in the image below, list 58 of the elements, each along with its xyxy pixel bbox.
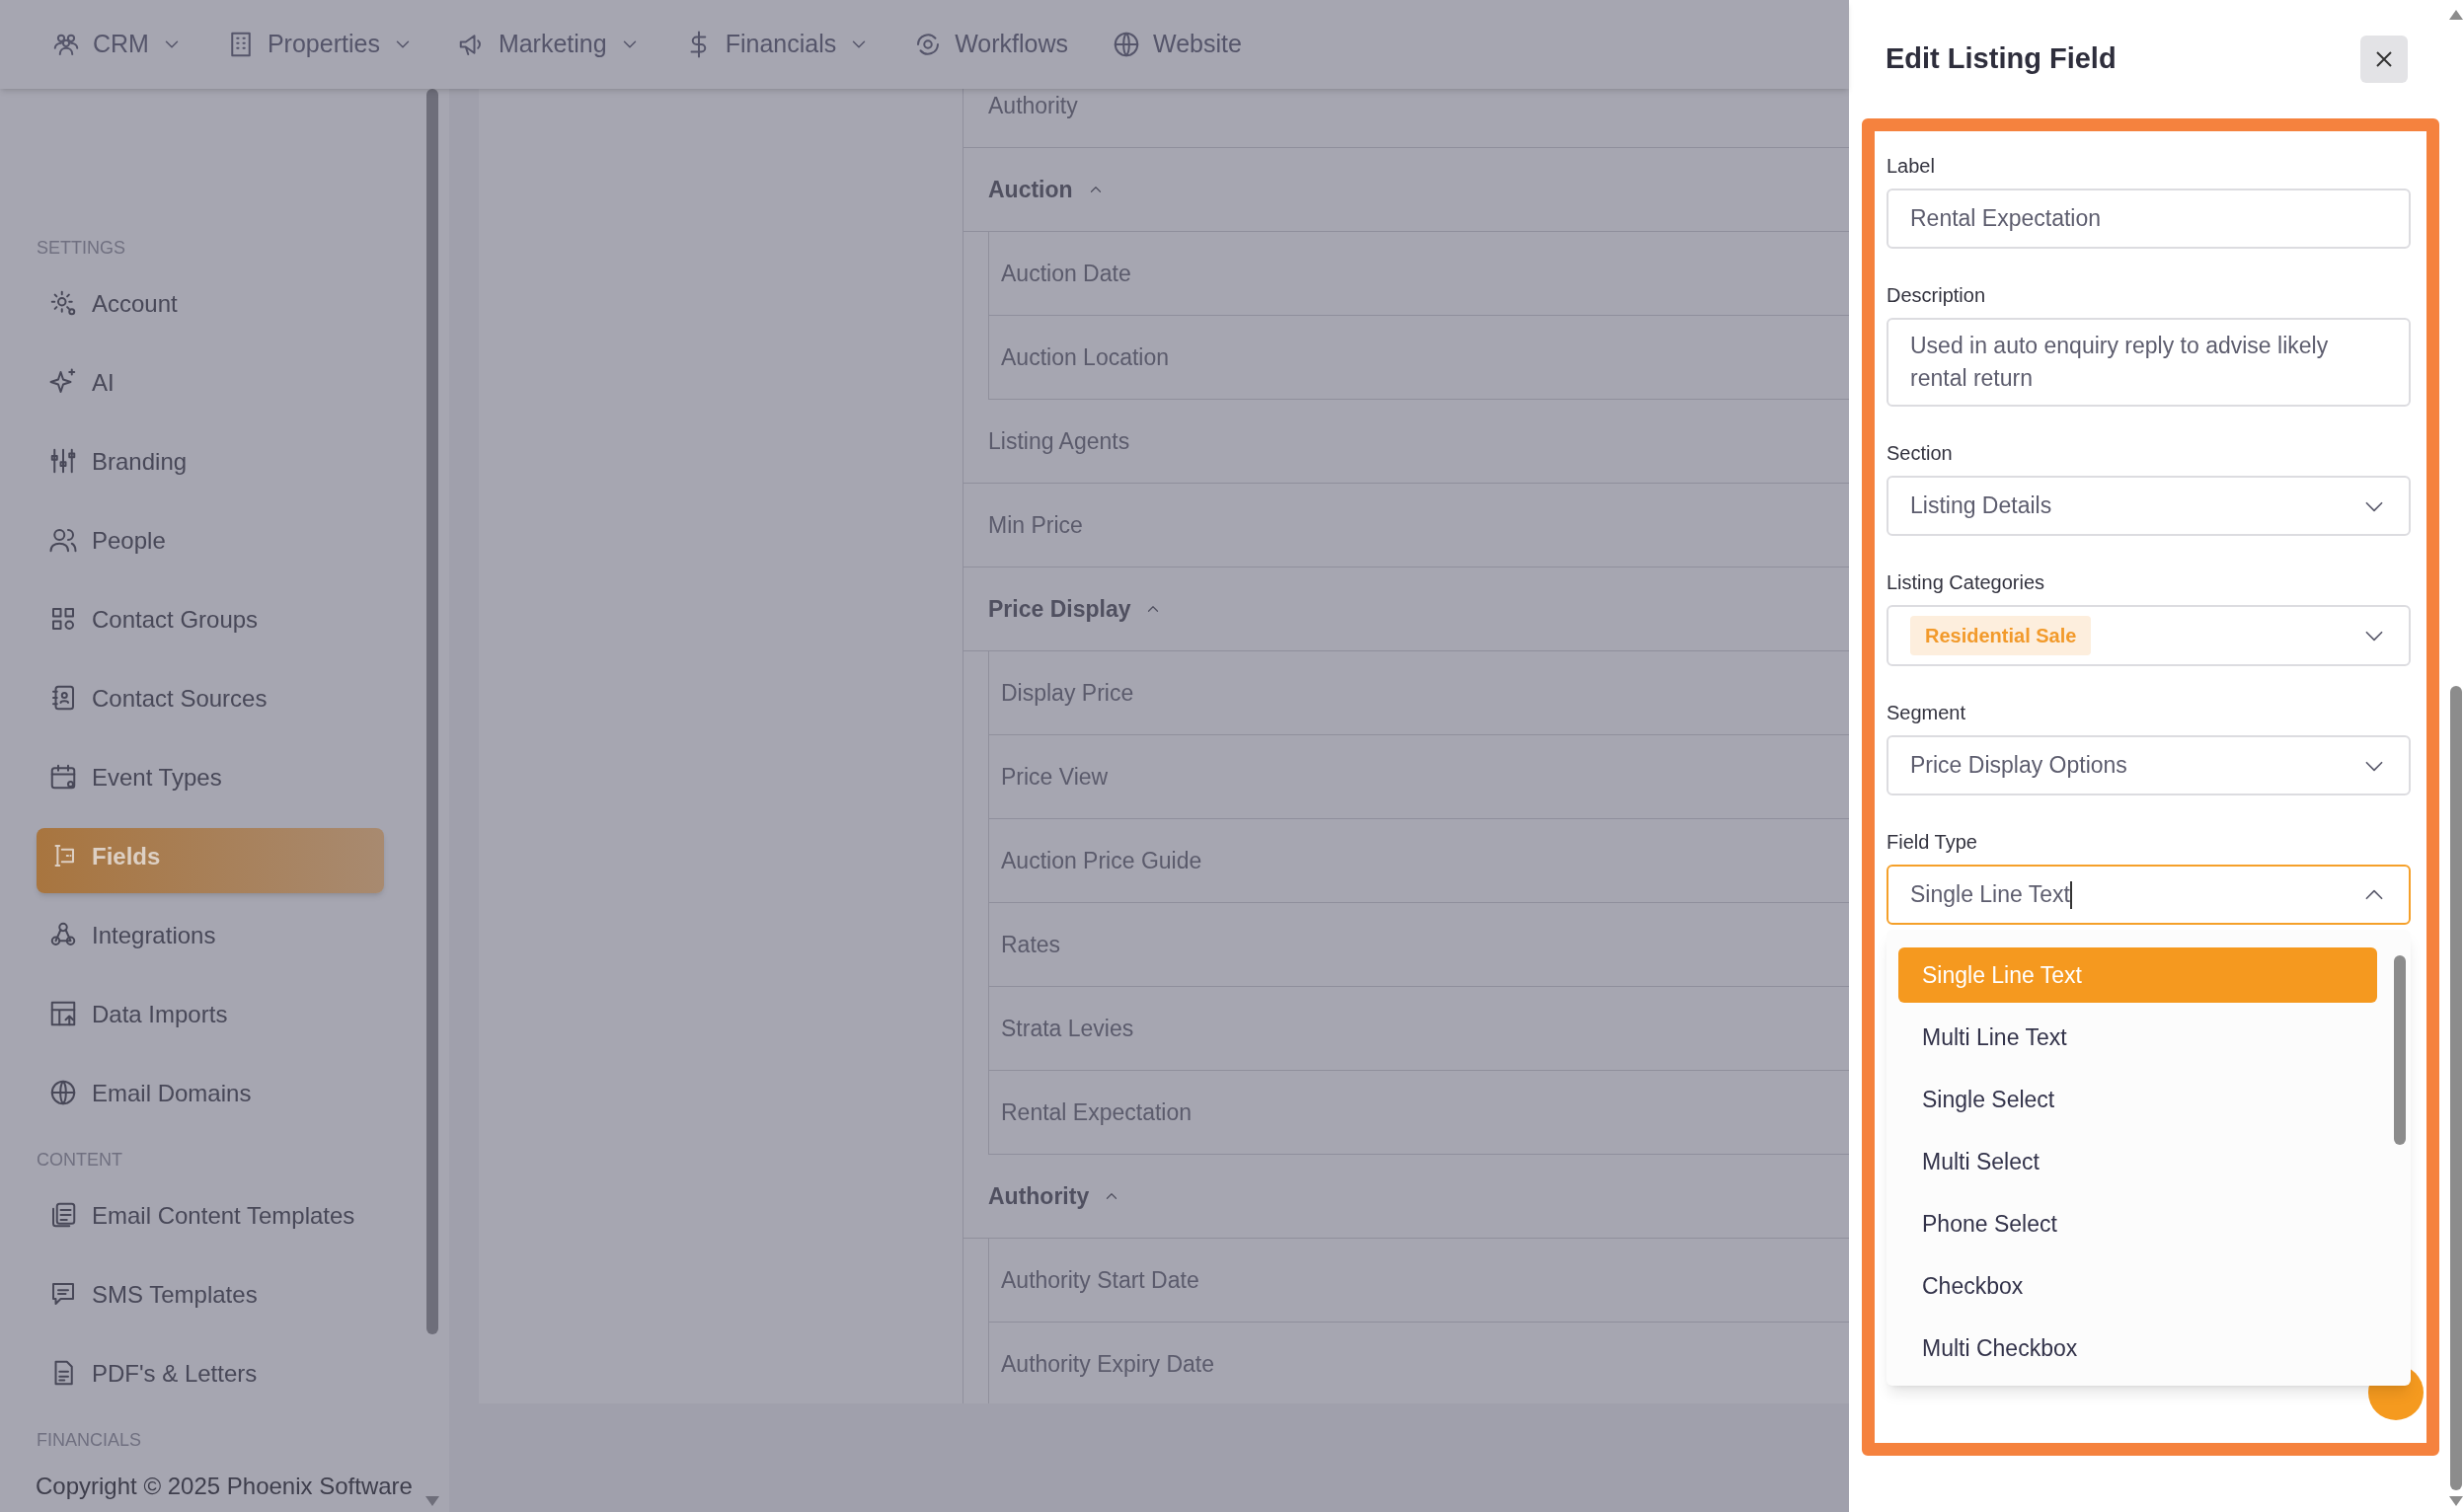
nav-menu-item[interactable]: Workflows bbox=[913, 26, 1069, 63]
field-label: Label bbox=[1886, 154, 1936, 179]
field-label: Field Type bbox=[1886, 830, 1978, 855]
text-field[interactable]: Rental Expectation bbox=[1886, 189, 2411, 249]
field-row-label[interactable]: Auction Price Guide bbox=[1001, 843, 1202, 878]
nav-menu-item[interactable]: Marketing bbox=[456, 26, 641, 63]
nav-menu-item[interactable]: Financials bbox=[683, 26, 871, 63]
group-heading[interactable]: Authority bbox=[988, 1178, 1090, 1214]
nav-menu-item[interactable]: Website bbox=[1112, 26, 1242, 63]
field-row-label[interactable]: Authority bbox=[988, 89, 1078, 123]
sidebar-item[interactable]: Account bbox=[37, 275, 384, 340]
category-tag: Residential Sale bbox=[1910, 616, 2092, 655]
group-heading[interactable]: Price Display bbox=[988, 591, 1131, 627]
multiselect-field[interactable]: Residential Sale bbox=[1886, 605, 2411, 666]
sidebar-item[interactable]: Email Content Templates bbox=[37, 1187, 384, 1252]
field-label: Section bbox=[1886, 441, 1954, 466]
group-heading[interactable]: Auction bbox=[988, 172, 1073, 207]
sidebar-item[interactable]: PDF's & Letters bbox=[37, 1345, 384, 1410]
dropdown-option[interactable]: Multi Select bbox=[1898, 1134, 2377, 1189]
sidebar-item[interactable]: Contact Groups bbox=[37, 591, 384, 656]
dropdown-option[interactable]: Single Line Text bbox=[1898, 947, 2377, 1003]
field-row-label[interactable]: Authority Expiry Date bbox=[1001, 1346, 1215, 1382]
copyright-text: Copyright © 2025 Phoenix Software bbox=[36, 1472, 413, 1501]
select-field[interactable]: Price Display Options bbox=[1886, 735, 2411, 795]
select-field[interactable]: Listing Details bbox=[1886, 476, 2411, 536]
field-row-label[interactable]: Min Price bbox=[988, 507, 1083, 543]
field-label: Description bbox=[1886, 283, 1987, 308]
sidebar-item[interactable]: Email Domains bbox=[37, 1065, 384, 1130]
sidebar-item[interactable]: Event Types bbox=[37, 749, 384, 814]
field-row-label[interactable]: Auction Date bbox=[1001, 256, 1131, 291]
field-row-label[interactable]: Rental Expectation bbox=[1001, 1095, 1193, 1130]
field-row-label[interactable]: Strata Levies bbox=[1001, 1011, 1134, 1046]
sidebar-item[interactable]: SMS Templates bbox=[37, 1266, 384, 1331]
dropdown-option[interactable]: Multi Line Text bbox=[1898, 1010, 2377, 1065]
sidebar-item[interactable]: Fields bbox=[37, 828, 384, 893]
field-row-label[interactable]: Listing Agents bbox=[988, 423, 1130, 459]
sidebar-item[interactable]: Branding bbox=[37, 433, 384, 498]
sidebar-item[interactable]: AI bbox=[37, 354, 384, 419]
combobox-field[interactable]: Single Line Text bbox=[1886, 865, 2411, 925]
dropdown-option[interactable]: Multi Checkbox bbox=[1898, 1321, 2377, 1376]
field-row-label[interactable]: Rates bbox=[1001, 927, 1061, 962]
field-row-label[interactable]: Display Price bbox=[1001, 675, 1134, 711]
field-row-label[interactable]: Price View bbox=[1001, 759, 1109, 794]
sidebar-item[interactable]: People bbox=[37, 512, 384, 577]
sidebar-item[interactable]: Data Imports bbox=[37, 986, 384, 1051]
dropdown-option[interactable]: Single Select bbox=[1898, 1072, 2377, 1127]
textarea-field[interactable]: Used in auto enquiry reply to advise likely rental return bbox=[1886, 318, 2411, 407]
panel-title: Edit Listing Field bbox=[1886, 41, 2117, 77]
sidebar-item[interactable]: Contact Sources bbox=[37, 670, 384, 735]
field-label: Segment bbox=[1886, 701, 1967, 725]
dropdown-option[interactable]: Phone Select bbox=[1898, 1196, 2377, 1251]
sidebar-item[interactable]: Integrations bbox=[37, 907, 384, 972]
nav-menu-item[interactable]: CRM bbox=[51, 26, 183, 63]
dropdown-option[interactable]: Checkbox bbox=[1898, 1258, 2377, 1314]
nav-menu-item[interactable]: Properties bbox=[225, 26, 414, 63]
field-label: Listing Categories bbox=[1886, 570, 2046, 595]
field-row-label[interactable]: Auction Location bbox=[1001, 340, 1170, 375]
field-row-label[interactable]: Authority Start Date bbox=[1001, 1262, 1199, 1298]
